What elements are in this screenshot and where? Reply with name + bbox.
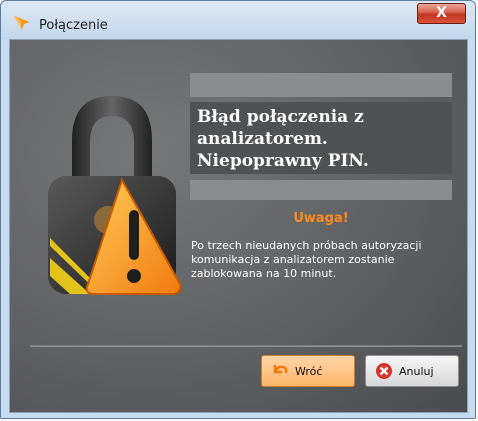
close-button[interactable]: X (417, 3, 466, 24)
padlock-warning-icon (48, 96, 182, 295)
dialog-window: Połączenie X Błąd połączenia z analizato… (0, 0, 476, 419)
header-band-bottom (190, 180, 452, 200)
button-separator (30, 345, 462, 347)
dialog-body: Błąd połączenia z analizatorem. Niepopra… (9, 39, 468, 413)
error-message: Błąd połączenia z analizatorem. Niepopra… (197, 107, 369, 171)
warning-title: Uwaga! (293, 211, 349, 226)
cancel-x-icon (376, 363, 392, 379)
header-band-top (190, 73, 452, 97)
back-button[interactable]: Wróć (261, 355, 355, 387)
warning-message: Po trzech nieudanych próbach autoryzacji… (191, 239, 422, 280)
cancel-button-label: Anuluj (399, 364, 434, 378)
error-panel: Błąd połączenia z analizatorem. Niepopra… (190, 102, 452, 174)
window-title: Połączenie (39, 18, 108, 33)
cancel-button[interactable]: Anuluj (365, 355, 459, 387)
title-bar[interactable]: Połączenie X (1, 1, 475, 39)
undo-arrow-icon (273, 365, 288, 374)
app-logo-icon (14, 16, 30, 30)
back-button-label: Wróć (295, 364, 323, 378)
